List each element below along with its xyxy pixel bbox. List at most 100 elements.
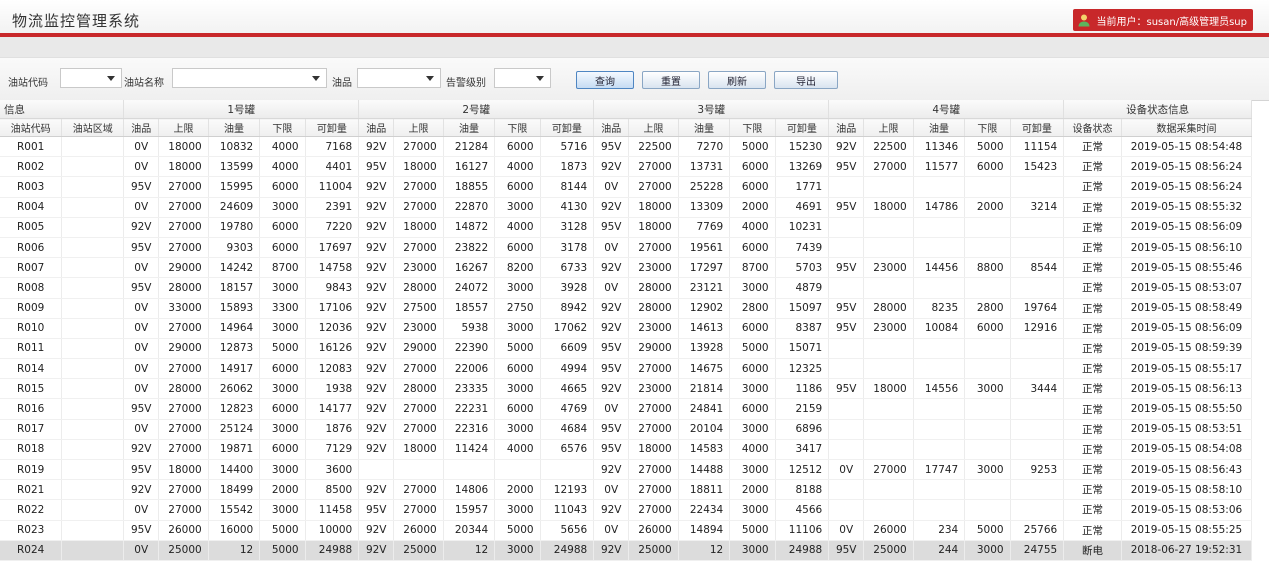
table-cell: 3444 xyxy=(1010,378,1065,400)
table-cell: 2019-05-15 08:55:25 xyxy=(1121,520,1253,541)
column-header[interactable]: 上限 xyxy=(863,118,914,137)
column-header[interactable]: 油量 xyxy=(443,118,496,137)
table-row[interactable]: R002 0V 18000 13599 4000 4401 95V 18000 16127 400… xyxy=(0,156,1253,178)
table-row[interactable]: R015 0V 28000 26062 3000 1938 92V 28000 23335 300… xyxy=(0,378,1253,400)
column-header[interactable]: 下限 xyxy=(729,118,776,137)
table-cell: 12823 xyxy=(208,398,261,420)
column-header[interactable]: 数据采集时间 xyxy=(1121,118,1253,137)
table-row[interactable]: R010 0V 27000 14964 3000 12036 92V 23000 5938 300… xyxy=(0,318,1253,339)
table-cell: 24841 xyxy=(678,398,731,420)
table-row[interactable]: R017 0V 27000 25124 3000 1876 92V 27000 22316 300… xyxy=(0,419,1253,440)
table-cell: 11106 xyxy=(775,520,830,541)
table-cell: 2019-05-15 08:55:17 xyxy=(1121,358,1253,380)
table-cell: R009 xyxy=(0,298,63,319)
column-header[interactable]: 下限 xyxy=(259,118,306,137)
table-cell: 27000 xyxy=(158,318,209,339)
table-cell: 0V xyxy=(123,298,160,319)
table-cell: 5000 xyxy=(964,136,1011,158)
station-name-select[interactable] xyxy=(172,68,327,88)
query-button[interactable]: 查询 xyxy=(576,71,634,89)
table-cell: 0V xyxy=(593,176,630,198)
column-header[interactable]: 可卸量 xyxy=(540,118,595,137)
table-row[interactable]: R009 0V 33000 15893 3300 17106 92V 27500 18557 27… xyxy=(0,298,1253,319)
table-cell: 14242 xyxy=(208,257,261,279)
table-row[interactable]: R003 95V 27000 15995 6000 11004 92V 27000 18855 6… xyxy=(0,176,1253,198)
column-header[interactable]: 设备状态 xyxy=(1063,118,1122,137)
table-cell: 11004 xyxy=(305,176,360,198)
table-row[interactable]: R001 0V 18000 10832 4000 7168 92V 27000 21284 600… xyxy=(0,136,1253,158)
table-cell: 8188 xyxy=(775,479,830,501)
table-cell: 17062 xyxy=(540,318,595,339)
alarm-level-select[interactable] xyxy=(494,68,551,88)
column-header[interactable]: 油量 xyxy=(678,118,731,137)
column-header[interactable]: 油量 xyxy=(208,118,261,137)
table-row[interactable]: R024 0V 25000 12 5000 24988 92V 25000 12 3000 2498… xyxy=(0,540,1253,561)
table-row[interactable]: R005 92V 27000 19780 6000 7220 92V 18000 14872 40… xyxy=(0,217,1253,238)
column-header[interactable]: 油量 xyxy=(913,118,966,137)
column-header[interactable]: 上限 xyxy=(158,118,209,137)
table-cell: 26000 xyxy=(393,520,444,541)
table-cell: 3000 xyxy=(964,540,1011,561)
table-cell: 3000 xyxy=(729,378,776,400)
table-cell: 25766 xyxy=(1010,520,1065,541)
table-cell: 23000 xyxy=(393,318,444,339)
table-row[interactable]: R008 95V 28000 18157 3000 9843 92V 28000 24072 30… xyxy=(0,277,1253,299)
table-cell: 16267 xyxy=(443,257,496,279)
table-cell: 18000 xyxy=(863,378,914,400)
table-row[interactable]: R014 0V 27000 14917 6000 12083 92V 27000 22006 60… xyxy=(0,358,1253,380)
column-header[interactable]: 油站区域 xyxy=(61,118,125,137)
table-cell: 断电 xyxy=(1063,540,1122,561)
column-header[interactable]: 上限 xyxy=(628,118,679,137)
oil-select[interactable] xyxy=(357,68,441,88)
table-cell: 95V xyxy=(593,338,630,360)
table-cell xyxy=(913,398,966,420)
table-row[interactable]: R021 92V 27000 18499 2000 8500 92V 27000 14806 20… xyxy=(0,479,1253,501)
table-cell: 27000 xyxy=(393,419,444,440)
table-row[interactable]: R011 0V 29000 12873 5000 16126 92V 29000 22390 50… xyxy=(0,338,1253,360)
column-header[interactable]: 油品 xyxy=(593,118,630,137)
table-cell xyxy=(913,338,966,360)
table-cell: 95V xyxy=(123,277,160,299)
table-row[interactable]: R022 0V 27000 15542 3000 11458 95V 27000 15957 30… xyxy=(0,499,1253,521)
table-cell: 正常 xyxy=(1063,439,1122,461)
table-cell: 95V xyxy=(828,298,865,319)
current-user-badge[interactable]: 当前用户：susan/高级管理员sup xyxy=(1072,9,1253,31)
table-row[interactable]: R004 0V 27000 24609 3000 2391 92V 27000 22870 300… xyxy=(0,197,1253,218)
table-cell xyxy=(828,499,865,521)
table-row[interactable]: R018 92V 27000 19871 6000 7129 92V 18000 11424 40… xyxy=(0,439,1253,461)
table-cell: 8235 xyxy=(913,298,966,319)
column-header[interactable]: 油品 xyxy=(123,118,160,137)
station-code-select[interactable] xyxy=(60,68,122,88)
table-cell: 92V xyxy=(358,237,395,259)
column-header[interactable]: 油品 xyxy=(828,118,865,137)
table-row[interactable]: R007 0V 29000 14242 8700 14758 92V 23000 16267 82… xyxy=(0,257,1253,279)
column-header[interactable]: 可卸量 xyxy=(1010,118,1065,137)
refresh-button[interactable]: 刷新 xyxy=(708,71,766,89)
table-cell: 21814 xyxy=(678,378,731,400)
table-cell: 10832 xyxy=(208,136,261,158)
table-cell: 23000 xyxy=(628,257,679,279)
table-cell: 92V xyxy=(358,479,395,501)
column-header[interactable]: 下限 xyxy=(494,118,541,137)
column-header[interactable]: 下限 xyxy=(964,118,1011,137)
column-header[interactable]: 可卸量 xyxy=(775,118,830,137)
table-cell: 5000 xyxy=(259,520,306,541)
export-button[interactable]: 导出 xyxy=(774,71,838,89)
table-cell: 17747 xyxy=(913,459,966,481)
column-header[interactable]: 油站代码 xyxy=(0,118,63,137)
table-cell: 95V xyxy=(593,136,630,158)
table-cell: 2019-05-15 08:56:43 xyxy=(1121,459,1253,481)
reset-button[interactable]: 重置 xyxy=(642,71,700,89)
table-cell: 6000 xyxy=(494,358,541,380)
table-row[interactable]: R019 95V 18000 14400 3000 3600 92V 27000 14488 30… xyxy=(0,459,1253,481)
table-row[interactable]: R006 95V 27000 9303 6000 17697 92V 27000 23822 60… xyxy=(0,237,1253,259)
table-row[interactable]: R023 95V 26000 16000 5000 10000 92V 26000 20344 5… xyxy=(0,520,1253,541)
table-cell: 92V xyxy=(358,338,395,360)
column-header[interactable]: 可卸量 xyxy=(305,118,360,137)
table-cell: 0V xyxy=(123,136,160,158)
table-row[interactable]: R016 95V 27000 12823 6000 14177 92V 27000 22231 6… xyxy=(0,398,1253,420)
column-header[interactable]: 上限 xyxy=(393,118,444,137)
table-cell: 12 xyxy=(208,540,261,561)
table-cell xyxy=(61,217,125,238)
column-header[interactable]: 油品 xyxy=(358,118,395,137)
